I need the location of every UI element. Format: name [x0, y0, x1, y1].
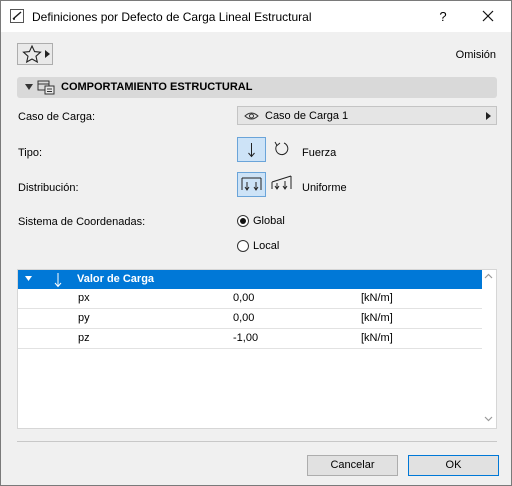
dialog-window: Definiciones por Defecto de Carga Lineal… [0, 0, 512, 486]
table-row[interactable]: pz -1,00 [kN/m] [18, 329, 482, 349]
dropdown-arrow-icon [486, 112, 491, 120]
trapezoid-load-icon [271, 175, 292, 190]
row-value[interactable]: -1,00 [233, 332, 258, 344]
distribution-label: Distribución: [18, 182, 79, 194]
variable-distribution-button[interactable] [268, 172, 297, 197]
radio-selected-icon [237, 215, 249, 227]
force-type-button[interactable] [237, 137, 266, 162]
collapse-arrow-icon [25, 84, 33, 90]
preset-label: Omisión [455, 49, 496, 61]
table-row[interactable]: px 0,00 [kN/m] [18, 289, 482, 309]
row-value[interactable]: 0,00 [233, 312, 254, 324]
row-name: px [78, 292, 90, 304]
load-case-label: Caso de Carga: [18, 111, 96, 123]
radio-unselected-icon [237, 240, 249, 252]
close-icon [482, 10, 494, 22]
table-group-header[interactable]: Valor de Carga [18, 270, 482, 289]
uniform-distribution-button[interactable] [237, 172, 266, 197]
load-case-select[interactable]: Caso de Carga 1 [237, 106, 497, 125]
load-case-value: Caso de Carga 1 [265, 110, 349, 122]
distribution-value: Uniforme [302, 182, 347, 194]
coord-local-option[interactable]: Local [237, 239, 317, 255]
scroll-down-icon[interactable] [484, 416, 493, 422]
window-title: Definiciones por Defecto de Carga Lineal… [32, 10, 312, 24]
table-row[interactable]: py 0,00 [kN/m] [18, 309, 482, 329]
panel-title: COMPORTAMIENTO ESTRUCTURAL [61, 81, 253, 93]
row-name: pz [78, 332, 90, 344]
coord-global-option[interactable]: Global [237, 214, 317, 230]
ok-button[interactable]: OK [408, 455, 499, 476]
coord-global-label: Global [253, 215, 285, 227]
close-button[interactable] [476, 1, 500, 32]
expand-triangle-icon [25, 276, 32, 281]
moment-icon [274, 141, 289, 156]
type-value: Fuerza [302, 147, 337, 159]
coord-local-label: Local [253, 240, 280, 252]
row-name: py [78, 312, 90, 324]
app-icon [10, 9, 24, 23]
star-icon [22, 44, 42, 64]
moment-type-button[interactable] [268, 137, 297, 162]
uniform-load-icon [241, 177, 262, 191]
type-label: Tipo: [18, 147, 43, 159]
caret-right-icon [45, 50, 50, 58]
table-header-label: Valor de Carga [77, 273, 155, 285]
force-arrow-icon [248, 143, 255, 158]
cancel-button[interactable]: Cancelar [307, 455, 398, 476]
coord-system-label: Sistema de Coordenadas: [18, 216, 146, 228]
title-bar: Definiciones por Defecto de Carga Lineal… [1, 1, 511, 32]
load-value-table: Valor de Carga px 0,00 [kN/m] py 0,00 [k… [17, 269, 497, 429]
scroll-up-icon[interactable] [484, 273, 493, 279]
eye-icon [244, 112, 259, 120]
row-value[interactable]: 0,00 [233, 292, 254, 304]
help-button[interactable]: ? [431, 1, 455, 32]
footer-separator [17, 441, 497, 442]
row-unit: [kN/m] [361, 292, 393, 304]
force-arrow-icon [54, 273, 62, 288]
panel-header[interactable]: COMPORTAMIENTO ESTRUCTURAL [17, 77, 497, 98]
row-unit: [kN/m] [361, 332, 393, 344]
row-unit: [kN/m] [361, 312, 393, 324]
favorites-button[interactable] [17, 43, 53, 65]
structural-panel-icon [37, 80, 55, 95]
